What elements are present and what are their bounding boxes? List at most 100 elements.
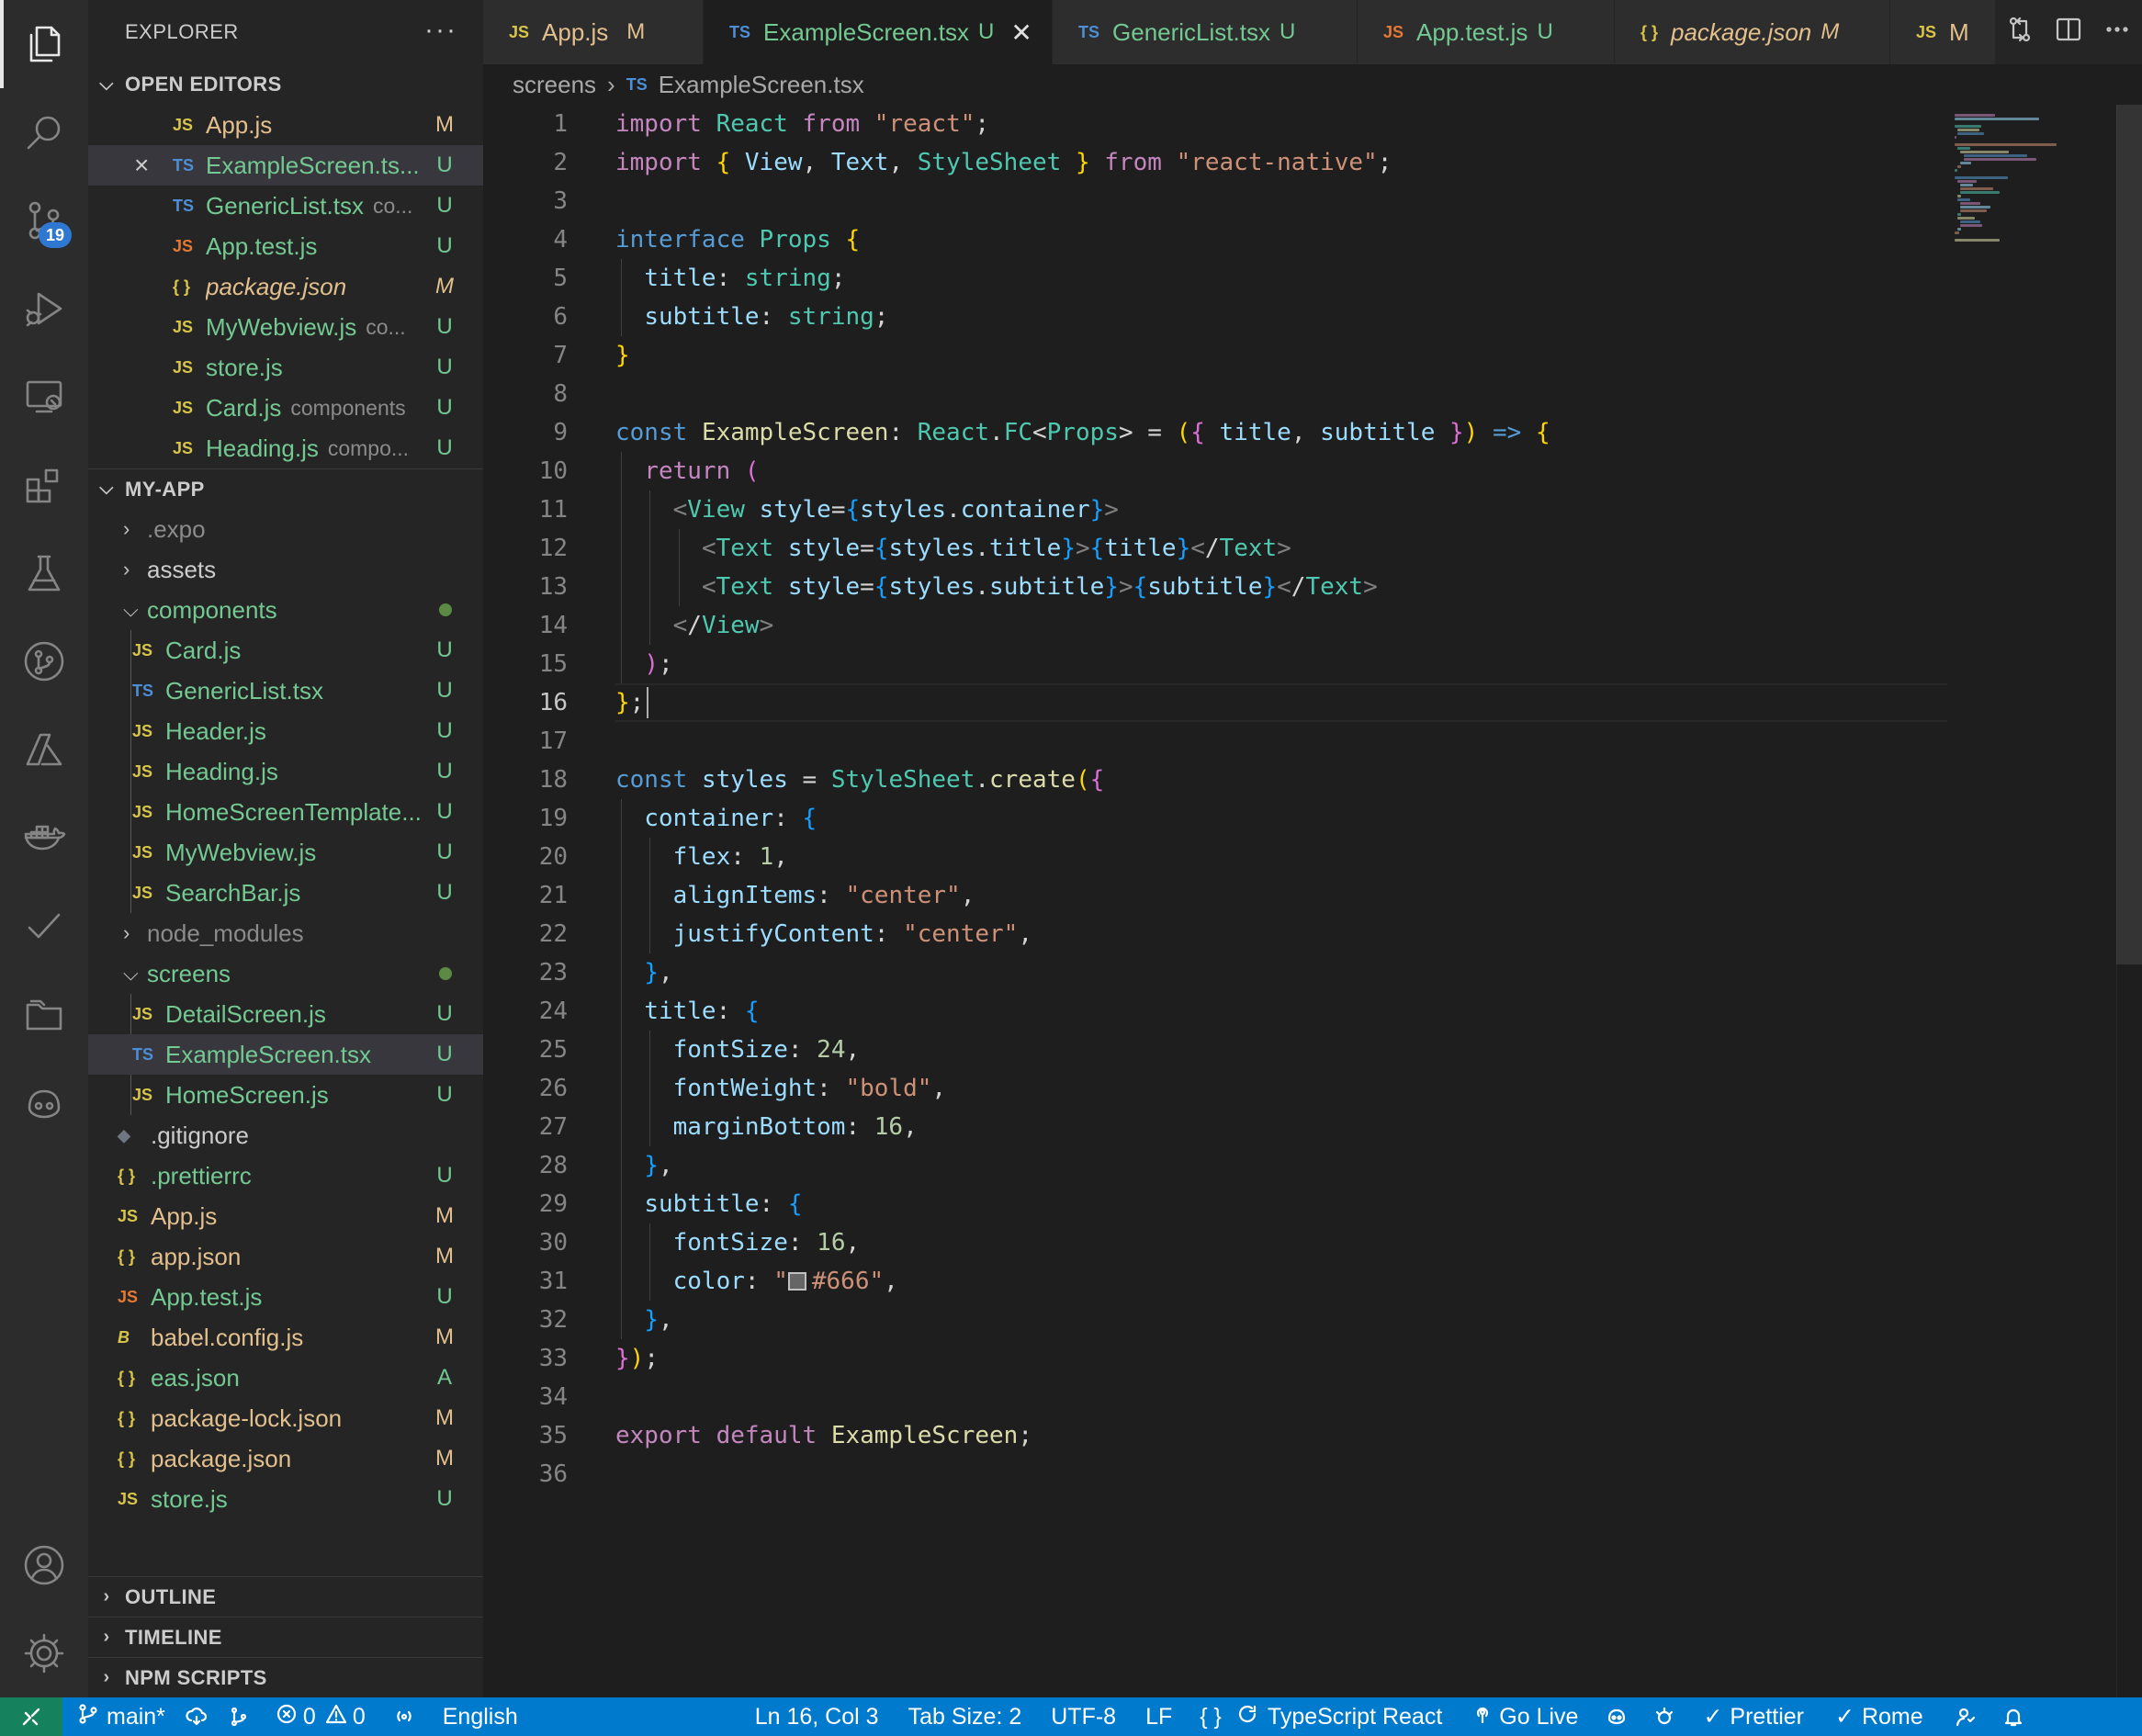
tree-file[interactable]: JS DetailScreen.js U xyxy=(88,994,483,1034)
spellcheck-language[interactable]: English xyxy=(443,1697,518,1736)
tree-folder[interactable]: › node_modules xyxy=(88,913,483,953)
code-line[interactable]: const styles = StyleSheet.create({ xyxy=(615,761,1104,799)
code-line[interactable]: import React from "react"; xyxy=(615,105,989,143)
open-editor-item[interactable]: TS GenericList.tsx co... U xyxy=(88,186,483,226)
tree-file[interactable]: JS SearchBar.js U xyxy=(88,873,483,913)
tree-folder[interactable]: ⌵ screens xyxy=(88,953,483,994)
tab-package-json[interactable]: { } package.json M xyxy=(1615,0,1890,64)
tree-folder[interactable]: › assets xyxy=(88,549,483,590)
code-editor[interactable]: 1 2 3 4 5 6 7 8 9 10 11 12 13 14 15 16 17 18 19 20 21 22 23 24 2… xyxy=(483,105,1947,1697)
code-line[interactable]: justifyContent: "center", xyxy=(615,915,1032,953)
go-live-button[interactable]: Go Live xyxy=(1471,1697,1578,1736)
code-line[interactable]: ); xyxy=(615,645,672,683)
code-line[interactable]: </View> xyxy=(615,606,774,645)
tree-file-selected[interactable]: TS ExampleScreen.tsx U xyxy=(88,1034,483,1075)
code-line[interactable]: }); xyxy=(615,1339,659,1378)
tree-file[interactable]: TS GenericList.tsx U xyxy=(88,671,483,711)
open-editor-item[interactable]: JS App.js M xyxy=(88,105,483,145)
accounts-status-icon[interactable] xyxy=(1955,1697,1977,1736)
code-line[interactable]: const ExampleScreen: React.FC<Props> = (… xyxy=(615,413,1550,452)
tab-example-screen[interactable]: TS ExampleScreen.tsx U ✕ xyxy=(704,0,1053,64)
settings-gear-icon[interactable] xyxy=(0,1609,88,1697)
tab-size[interactable]: Tab Size: 2 xyxy=(908,1697,1022,1736)
git-graph-icon[interactable] xyxy=(0,617,88,705)
copilot-status-icon[interactable] xyxy=(1606,1697,1628,1736)
tree-folder[interactable]: ⌵ components xyxy=(88,590,483,630)
open-editor-item[interactable]: JS Card.js components U xyxy=(88,388,483,428)
tree-file[interactable]: { } eas.json A xyxy=(88,1358,483,1398)
tree-file[interactable]: JS HomeScreenTemplate... U xyxy=(88,792,483,832)
tree-file[interactable]: JS Card.js U xyxy=(88,630,483,671)
tree-file[interactable]: B babel.config.js M xyxy=(88,1317,483,1358)
section-open-editors[interactable]: ⌵ OPEN EDITORS xyxy=(88,64,483,105)
git-graph-status-icon[interactable] xyxy=(228,1697,250,1736)
docker-icon[interactable] xyxy=(0,794,88,882)
code-line[interactable]: <Text style={styles.title}>{title}</Text… xyxy=(615,529,1291,568)
code-line[interactable]: }, xyxy=(615,1301,672,1339)
close-icon[interactable]: × xyxy=(134,151,149,180)
cursor-position[interactable]: Ln 16, Col 3 xyxy=(755,1697,879,1736)
code-line[interactable]: interface Props { xyxy=(615,220,860,259)
section-my-app[interactable]: ⌵ MY-APP xyxy=(88,468,483,509)
search-icon[interactable] xyxy=(0,88,88,176)
more-actions-icon[interactable] xyxy=(2103,16,2131,50)
broadcast-icon[interactable] xyxy=(393,1697,415,1736)
scrollbar-thumb[interactable] xyxy=(2116,105,2142,964)
breadcrumb-file[interactable]: ExampleScreen.tsx xyxy=(659,71,864,99)
code-line[interactable]: <View style={styles.container}> xyxy=(615,490,1119,529)
account-icon[interactable] xyxy=(0,1521,88,1609)
section-timeline[interactable]: › TIMELINE xyxy=(88,1617,483,1657)
compare-changes-icon[interactable] xyxy=(2006,16,2034,50)
open-editor-item[interactable]: JS App.test.js U xyxy=(88,226,483,266)
remote-indicator-icon[interactable] xyxy=(0,1697,62,1736)
code-line[interactable]: fontSize: 16, xyxy=(615,1223,861,1262)
tree-file[interactable]: JS App.test.js U xyxy=(88,1277,483,1317)
code-line[interactable]: import { View, Text, StyleSheet } from "… xyxy=(615,143,1392,182)
testing-icon[interactable] xyxy=(0,529,88,617)
explorer-icon[interactable] xyxy=(0,0,88,88)
code-line[interactable]: } xyxy=(615,336,630,375)
code-line[interactable]: alignItems: "center", xyxy=(615,876,975,915)
code-line[interactable]: }; xyxy=(615,683,644,722)
minimap[interactable] xyxy=(1947,105,2116,1697)
todo-check-icon[interactable] xyxy=(0,882,88,970)
tab-app-js[interactable]: JS App.js M xyxy=(483,0,704,64)
source-control-icon[interactable]: 19 xyxy=(0,176,88,265)
code-line[interactable]: }, xyxy=(615,953,672,992)
split-editor-icon[interactable] xyxy=(2055,16,2082,50)
tree-file[interactable]: JS store.js U xyxy=(88,1479,483,1519)
breadcrumb-folder[interactable]: screens xyxy=(513,71,596,99)
code-line[interactable]: color: " #666", xyxy=(615,1262,898,1301)
open-editor-item[interactable]: JS Heading.js compo... U xyxy=(88,428,483,468)
code-line[interactable]: export default ExampleScreen; xyxy=(615,1416,1032,1455)
code-line[interactable]: <Text style={styles.subtitle}>{subtitle}… xyxy=(615,568,1378,606)
code-line[interactable]: marginBottom: 16, xyxy=(615,1108,918,1146)
code-line[interactable]: flex: 1, xyxy=(615,838,788,876)
close-icon[interactable]: ✕ xyxy=(1010,17,1032,48)
tree-file[interactable]: JS Header.js U xyxy=(88,711,483,751)
code-line[interactable]: subtitle: string; xyxy=(615,298,888,336)
azure-icon[interactable] xyxy=(0,705,88,794)
tab-generic-list[interactable]: TS GenericList.tsx U xyxy=(1053,0,1358,64)
section-npm-scripts[interactable]: › NPM SCRIPTS xyxy=(88,1657,483,1697)
remote-explorer-icon[interactable] xyxy=(0,353,88,441)
tab-app-test[interactable]: JS App.test.js U xyxy=(1358,0,1615,64)
code-line[interactable]: title: string; xyxy=(615,259,845,298)
code-line[interactable]: return ( xyxy=(615,452,759,490)
code-line[interactable]: }, xyxy=(615,1146,672,1185)
tree-file[interactable]: JS HomeScreen.js U xyxy=(88,1075,483,1115)
code-line[interactable]: fontWeight: "bold", xyxy=(615,1069,946,1108)
language-mode[interactable]: { } TypeScript React xyxy=(1200,1697,1442,1736)
open-editor-item[interactable]: JS store.js U xyxy=(88,347,483,388)
tree-file[interactable]: { } package-lock.json M xyxy=(88,1398,483,1438)
project-manager-icon[interactable] xyxy=(0,970,88,1058)
branch-indicator[interactable]: main* xyxy=(77,1697,165,1736)
prettier-status[interactable]: ✓ Prettier xyxy=(1703,1697,1804,1736)
code-line[interactable]: fontSize: 24, xyxy=(615,1031,861,1069)
code-line[interactable]: container: { xyxy=(615,799,817,838)
color-swatch[interactable] xyxy=(787,1272,806,1291)
tree-file[interactable]: JS App.js M xyxy=(88,1196,483,1236)
feedback-icon[interactable] xyxy=(1653,1697,1675,1736)
extensions-icon[interactable] xyxy=(0,441,88,529)
tree-file[interactable]: { } .prettierrc U xyxy=(88,1155,483,1196)
